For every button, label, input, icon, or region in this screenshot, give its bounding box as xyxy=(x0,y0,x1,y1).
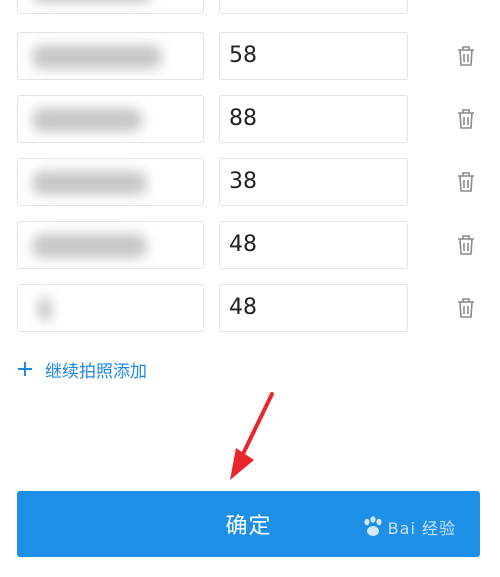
confirm-button[interactable]: 确定 Bai 经验 xyxy=(17,491,480,557)
trash-icon[interactable] xyxy=(455,0,477,2)
confirm-label: 确定 xyxy=(225,514,272,539)
item-row-partial xyxy=(0,0,500,16)
item-name-field[interactable] xyxy=(17,284,204,332)
item-price-field[interactable]: 48 xyxy=(219,221,408,269)
item-price-field[interactable] xyxy=(219,0,408,14)
item-row: 58 xyxy=(0,32,500,82)
watermark-text: Bai 经验 xyxy=(387,519,456,538)
add-more-link[interactable]: 继续拍照添加 xyxy=(17,356,147,382)
item-price-field[interactable]: 58 xyxy=(219,32,408,80)
item-price-field[interactable]: 48 xyxy=(219,284,408,332)
trash-icon[interactable] xyxy=(455,296,477,320)
item-row: 38 xyxy=(0,158,500,208)
item-name-field[interactable] xyxy=(17,158,204,206)
paw-logo-icon xyxy=(364,516,382,536)
item-row: 88 xyxy=(0,95,500,145)
trash-icon[interactable] xyxy=(455,107,477,131)
add-more-label: 继续拍照添加 xyxy=(45,361,147,382)
trash-icon[interactable] xyxy=(455,233,477,257)
baidu-watermark: Bai 经验 xyxy=(361,515,456,539)
item-row: 48 xyxy=(0,284,500,334)
item-name-field[interactable] xyxy=(17,95,204,143)
plus-icon xyxy=(18,362,32,376)
item-name-field[interactable] xyxy=(17,221,204,269)
red-arrow-annotation xyxy=(230,392,274,480)
trash-icon[interactable] xyxy=(455,170,477,194)
item-price-field[interactable]: 38 xyxy=(219,158,408,206)
trash-icon[interactable] xyxy=(455,44,477,68)
item-name-field[interactable] xyxy=(17,0,204,14)
item-name-field[interactable] xyxy=(17,32,204,80)
item-row: 48 xyxy=(0,221,500,271)
item-price-field[interactable]: 88 xyxy=(219,95,408,143)
